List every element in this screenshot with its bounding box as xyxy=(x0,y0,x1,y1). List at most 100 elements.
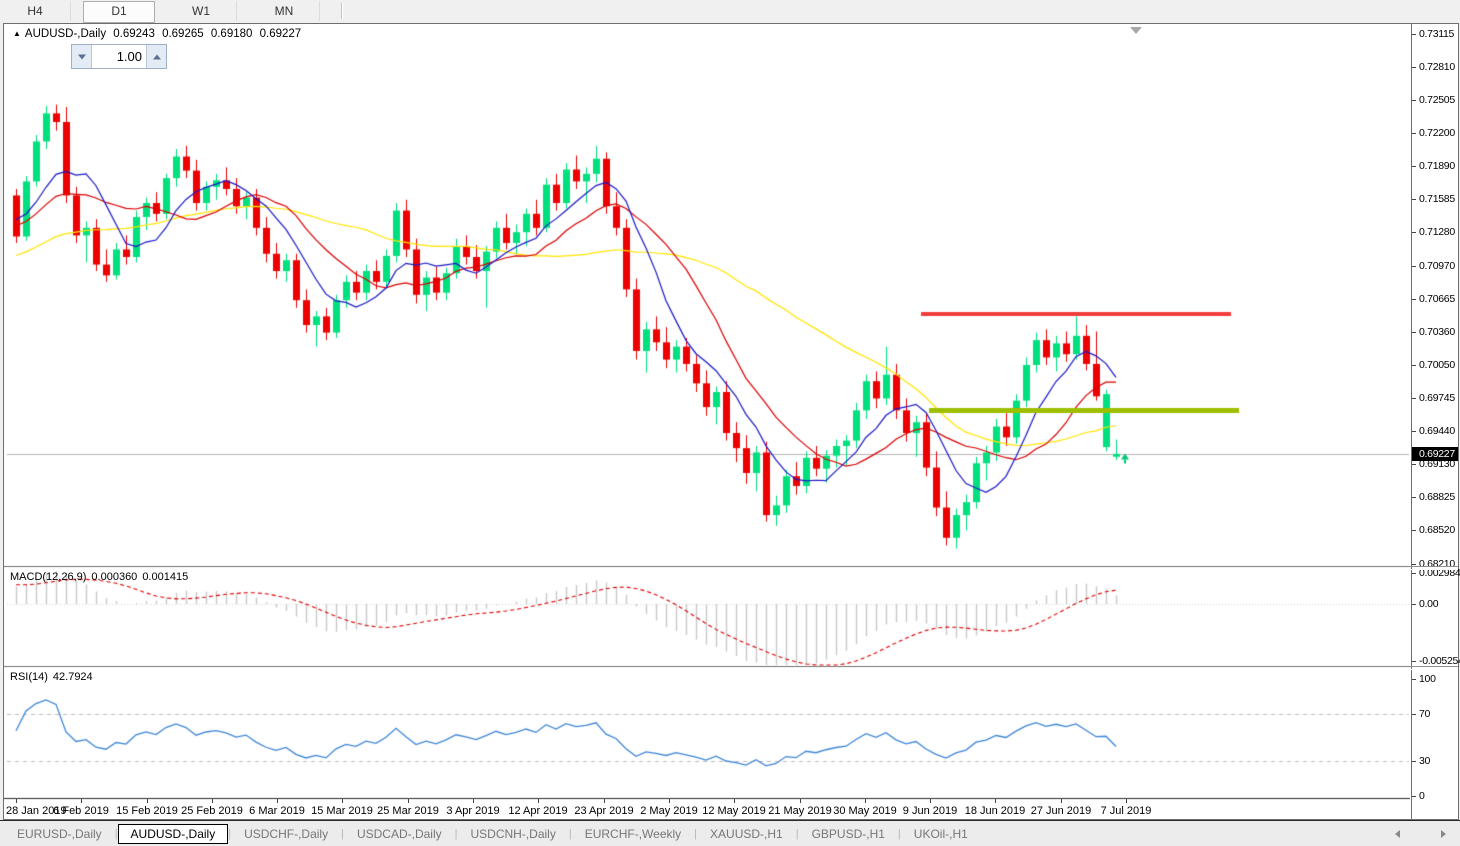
chevron-down-icon xyxy=(77,54,86,59)
rsi-axis-label-tick xyxy=(1412,679,1416,680)
sell-button[interactable]: SELL xyxy=(9,44,71,69)
current-price-tag: 0.69227 xyxy=(1412,447,1458,461)
volume-decrease-button[interactable] xyxy=(72,45,92,68)
tab-ukoil-h1[interactable]: UKOil-,H1 xyxy=(901,824,981,844)
sell-price-button[interactable]: 0.69 22 7 xyxy=(9,70,118,110)
rsi-axis-label-tick xyxy=(1412,761,1416,762)
macd-value-main: 0.000360 xyxy=(91,571,138,583)
price-axis-label: 0.70360 xyxy=(1419,326,1455,338)
timeframe-button-h4[interactable]: H4 xyxy=(0,1,71,21)
date-axis-label: 2 May 2019 xyxy=(640,805,698,817)
sell-price-prefix: 0.69 xyxy=(26,88,52,103)
date-axis-tick xyxy=(212,799,213,803)
buy-price-prefix: 0.69 xyxy=(137,88,163,103)
date-axis-tick xyxy=(16,799,17,803)
rsi-axis-label: 30 xyxy=(1419,755,1431,767)
date-axis-label: 9 Jun 2019 xyxy=(902,805,958,817)
date-axis-label: 12 May 2019 xyxy=(702,805,766,817)
price-axis-label-tick xyxy=(1412,299,1416,300)
buy-price-button[interactable]: 0.69 24 6 xyxy=(120,70,229,110)
tab-usdcad-daily[interactable]: USDCAD-,Daily xyxy=(344,824,455,844)
date-axis-tick xyxy=(800,799,801,803)
tab-xauusd-h1[interactable]: XAUUSD-,H1 xyxy=(697,824,796,844)
price-axis[interactable]: 0.73115 0.72810 0.72505 0.72200 0.71890 0.715… xyxy=(1412,24,1460,819)
rsi-value: 42.7924 xyxy=(52,671,93,683)
date-axis-tick xyxy=(342,799,343,803)
date-axis-tick xyxy=(734,799,735,803)
price-axis-label-tick xyxy=(1412,497,1416,498)
timeframe-button-mn[interactable]: MN xyxy=(249,1,320,21)
date-axis-label: 27 Jun 2019 xyxy=(1030,805,1092,817)
price-axis-label-tick xyxy=(1412,133,1416,134)
date-axis-tick xyxy=(995,799,996,803)
timeframe-button-w1[interactable]: W1 xyxy=(166,1,237,21)
date-axis-label: 15 Mar 2019 xyxy=(311,805,373,817)
panel-separator-macd[interactable] xyxy=(4,566,1458,570)
tab-usdcnh-daily[interactable]: USDCNH-,Daily xyxy=(458,824,569,844)
rsi-axis-label-tick xyxy=(1412,714,1416,715)
price-axis-label: 0.72505 xyxy=(1419,94,1455,106)
date-axis-tick xyxy=(277,799,278,803)
price-axis-label-tick xyxy=(1412,365,1416,366)
date-axis-label: 6 Feb 2019 xyxy=(53,805,109,817)
price-axis-label: 0.69440 xyxy=(1419,425,1455,437)
date-axis-tick xyxy=(81,799,82,803)
toolbar-separator xyxy=(341,3,343,19)
tab-usdchf-daily[interactable]: USDCHF-,Daily xyxy=(231,824,341,844)
price-axis-label: 0.70970 xyxy=(1419,260,1455,272)
price-axis-label-tick xyxy=(1412,564,1416,565)
chevron-up-icon xyxy=(152,54,161,59)
rsi-axis-label: 70 xyxy=(1419,708,1431,720)
price-chart-canvas[interactable] xyxy=(4,24,1410,819)
date-axis-tick xyxy=(604,799,605,803)
date-axis-label: 12 Apr 2019 xyxy=(508,805,568,817)
tab-audusd-daily[interactable]: AUDUSD-,Daily xyxy=(117,823,229,844)
panel-separator-rsi[interactable] xyxy=(4,666,1458,670)
macd-value-signal: 0.001415 xyxy=(142,571,189,583)
date-axis-tick xyxy=(669,799,670,803)
scroll-right-icon[interactable] xyxy=(1441,830,1446,838)
buy-button[interactable]: BUY xyxy=(167,44,229,69)
price-axis-label: 0.71280 xyxy=(1419,226,1455,238)
date-axis-label: 7 Jul 2019 xyxy=(1100,805,1152,817)
date-axis-tick xyxy=(1061,799,1062,803)
date-axis-tick xyxy=(147,799,148,803)
date-axis-label: 3 Apr 2019 xyxy=(446,805,500,817)
timeframe-toolbar: H4 D1 W1 MN xyxy=(0,0,1460,23)
date-axis-label: 23 Apr 2019 xyxy=(574,805,634,817)
scroll-left-icon[interactable] xyxy=(1395,830,1400,838)
rsi-indicator-label: RSI(14) 42.7924 xyxy=(10,671,98,683)
date-axis-tick xyxy=(1126,799,1127,803)
rsi-axis-label: 100 xyxy=(1419,673,1436,685)
macd-axis-label-tick xyxy=(1412,604,1416,605)
tab-eurusd-daily[interactable]: EURUSD-,Daily xyxy=(4,824,115,844)
sell-price-big: 22 xyxy=(54,73,92,110)
date-axis-label: 21 May 2019 xyxy=(768,805,832,817)
macd-axis-label-tick xyxy=(1412,661,1416,662)
price-axis-label: 0.70050 xyxy=(1419,359,1455,371)
tab-eurchf-weekly[interactable]: EURCHF-,Weekly xyxy=(572,824,694,844)
price-axis-label: 0.72200 xyxy=(1419,127,1455,139)
price-axis-label-tick xyxy=(1412,431,1416,432)
tab-gbpusd-h1[interactable]: GBPUSD-,H1 xyxy=(799,824,898,844)
date-axis-tick xyxy=(473,799,474,803)
volume-input[interactable] xyxy=(92,45,146,68)
timeframe-button-d1[interactable]: D1 xyxy=(83,1,155,23)
date-axis-label: 18 Jun 2019 xyxy=(964,805,1026,817)
volume-increase-button[interactable] xyxy=(146,45,166,68)
sell-price-sup: 7 xyxy=(92,75,101,92)
symbol-marker-icon: ▲ xyxy=(13,29,21,38)
one-click-trading-panel: SELL BUY 0.69227 0.69246 xyxy=(9,44,229,110)
rsi-axis-label: 0 xyxy=(1419,790,1425,802)
price-axis-label-tick xyxy=(1412,199,1416,200)
price-axis-label-tick xyxy=(1412,166,1416,167)
date-axis-tick xyxy=(408,799,409,803)
date-axis-label: 25 Mar 2019 xyxy=(377,805,439,817)
price-axis-label: 0.71585 xyxy=(1419,193,1455,205)
date-axis-label: 30 May 2019 xyxy=(833,805,897,817)
volume-stepper xyxy=(71,44,167,69)
rsi-axis-label-tick xyxy=(1412,796,1416,797)
chart-window: ▲ AUDUSD-,Daily 0.69243 0.69265 0.69180 0… xyxy=(3,23,1460,820)
date-axis-tick xyxy=(865,799,866,803)
price-axis-label: 0.71890 xyxy=(1419,160,1455,172)
